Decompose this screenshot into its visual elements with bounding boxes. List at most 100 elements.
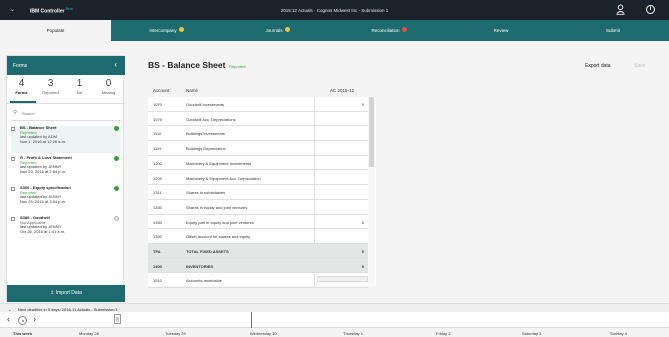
cell-account: 1119 xyxy=(153,146,162,152)
search-input[interactable] xyxy=(22,110,118,117)
warning-badge xyxy=(284,27,290,33)
table-row[interactable]: 1119 Buildings Depreciation xyxy=(148,141,368,156)
workflow-tabs: Populate Intercompany Journals Reconcili… xyxy=(0,20,669,41)
cell-value[interactable] xyxy=(314,155,368,171)
cell-value[interactable] xyxy=(314,185,368,200)
tab-label: Submit xyxy=(605,28,620,33)
table-row[interactable]: 1350 Equity part in equity and joint vent… xyxy=(148,214,368,230)
day-label: Thursday 1 xyxy=(343,330,364,336)
form-checkbox[interactable] xyxy=(11,157,15,161)
forms-panel: Forms ‹ 4 Forms 3 Reported 1 NA 0 Missin… xyxy=(6,55,125,302)
tab-populate[interactable]: Populate xyxy=(0,20,111,41)
timeline-controls: ‹ › ⎘ xyxy=(0,312,669,328)
column-header-value: AC 2015-12 xyxy=(330,88,355,93)
collapse-chevron-icon[interactable]: ‹ xyxy=(114,60,117,69)
table-row[interactable]: 1209 Machinery & Equipment Acc. Depreciat… xyxy=(148,170,368,186)
table-row[interactable]: 1079 Goodwill Acc. Depreciations xyxy=(148,111,368,127)
form-updated-at: Nov 29, 2016 at 2:54 p.m. xyxy=(20,168,67,174)
today-target-icon[interactable] xyxy=(18,316,27,325)
tab-label: Intercompany xyxy=(149,28,177,33)
tab-submit[interactable]: Submit xyxy=(557,20,669,41)
stat-reported[interactable]: 3 Reported xyxy=(36,78,65,95)
tab-label: Populate xyxy=(46,28,65,33)
cell-value[interactable] xyxy=(314,126,368,142)
cell-value: 0 xyxy=(361,263,364,269)
cell-value[interactable] xyxy=(314,229,368,244)
app-root: ⌄ IBM ControllerBeta 2015:12 Actuals · C… xyxy=(0,0,669,337)
form-checkbox[interactable] xyxy=(11,187,15,191)
day-label: Monday 28 xyxy=(79,330,99,336)
grid-header: Account Name AC 2015-12 xyxy=(148,86,376,97)
stat-na[interactable]: 1 NA xyxy=(65,78,94,95)
cell-account: 1209 xyxy=(153,175,162,181)
timeline-days: This week Monday 28 Tuesday 29 Wednesday… xyxy=(0,328,669,337)
list-item[interactable]: R - Profit & Loss Statement Reported las… xyxy=(11,155,121,183)
table-row[interactable]: 1330 Shares in equity and joint ventures xyxy=(148,199,368,215)
status-dot-reported xyxy=(114,186,119,191)
stat-label: Missing xyxy=(101,90,116,95)
cell-name: Shares in equity and joint ventures xyxy=(186,204,248,210)
list-item[interactable]: S300 - Equity specification Reported las… xyxy=(11,185,121,213)
top-bar: ⌄ IBM ControllerBeta 2015:12 Actuals · C… xyxy=(0,0,669,20)
context-title: 2015:12 Actuals · Cognos Midwest Inc - S… xyxy=(280,7,389,13)
cell-value[interactable] xyxy=(314,141,368,156)
forms-panel-header: Forms ‹ xyxy=(7,56,125,75)
cell-value[interactable] xyxy=(314,170,368,186)
stat-forms[interactable]: 4 Forms xyxy=(7,78,36,95)
day-label: Friday 2 xyxy=(436,330,451,336)
cell-name: Goodwill Acc. Depreciations xyxy=(186,116,236,122)
table-row[interactable]: 1070 Goodwill Investments 0 xyxy=(148,97,368,112)
divider xyxy=(11,120,121,121)
tab-intercompany[interactable]: Intercompany xyxy=(111,20,222,41)
user-icon[interactable] xyxy=(616,4,625,15)
stat-count: 1 xyxy=(76,78,83,89)
deadline-bar[interactable]: ⌄ Next deadline in 5 days: 2016-11 Actua… xyxy=(0,303,669,312)
form-checkbox[interactable] xyxy=(11,217,15,221)
cell-account: 1110 xyxy=(153,131,162,137)
cell-account: 1311 xyxy=(153,190,162,196)
horizontal-scrollbar[interactable] xyxy=(317,276,368,282)
page-title: BS - Balance Sheet xyxy=(148,60,226,70)
list-item[interactable]: BS - Balance Sheet Reported last updated… xyxy=(11,125,121,153)
stat-missing[interactable]: 0 Missing xyxy=(94,78,123,95)
next-arrow-icon[interactable]: › xyxy=(33,314,36,324)
export-data-button[interactable]: Export data xyxy=(585,63,611,69)
form-stats: 4 Forms 3 Reported 1 NA 0 Missing xyxy=(7,78,125,98)
table-row[interactable]: 1311 Shares in subsidiaries xyxy=(148,185,368,200)
vertical-scrollbar-thumb[interactable] xyxy=(369,97,374,167)
stat-count: 4 xyxy=(18,78,25,89)
tab-reconciliation[interactable]: Reconciliation xyxy=(333,20,445,41)
stat-label: NA xyxy=(76,90,83,95)
cell-value: 0 xyxy=(361,249,364,254)
cell-value[interactable]: 0 xyxy=(314,97,368,112)
current-time-indicator xyxy=(251,312,253,329)
save-button[interactable]: Save xyxy=(634,63,645,69)
cell-value[interactable] xyxy=(314,199,368,215)
tab-journals[interactable]: Journals xyxy=(222,20,333,41)
info-icon[interactable]: i xyxy=(646,5,655,14)
tab-review[interactable]: Review xyxy=(445,20,557,41)
chevron-down-icon[interactable]: ⌄ xyxy=(8,307,11,312)
previous-arrow-icon[interactable]: ‹ xyxy=(7,314,10,324)
table-row[interactable]: 1200 Machinery & Equipment Investments xyxy=(148,155,368,171)
balance-sheet-grid: Account Name AC 2015-12 1070 Goodwill Inv… xyxy=(148,86,376,289)
form-checkbox[interactable] xyxy=(11,127,15,131)
table-row[interactable]: 1390 Offset account for shares and equity xyxy=(148,229,368,244)
cell-account: 1510 xyxy=(153,278,162,284)
column-header-name: Name xyxy=(186,88,199,93)
cell-name: Accounts receivable xyxy=(186,278,222,284)
table-total-row[interactable]: TFA TOTAL FIXED ASSETS 0 xyxy=(148,244,368,259)
forms-panel-title: Forms xyxy=(13,63,28,69)
table-row[interactable]: 1110 Buildings Investments xyxy=(148,126,368,142)
cell-value[interactable] xyxy=(314,111,368,127)
import-data-button[interactable]: ⇪ Import Data xyxy=(7,285,125,302)
form-updated-at: Oct 26, 2016 at 1:41 a.m. xyxy=(20,228,66,234)
cell-name: TOTAL FIXED ASSETS xyxy=(186,249,229,254)
table-total-row[interactable]: 1400 INVENTORIES 0 xyxy=(148,258,368,274)
cell-value[interactable]: 0 xyxy=(314,214,368,230)
cell-name: Shares in subsidiaries xyxy=(186,190,226,196)
cell-account: 1390 xyxy=(153,234,162,240)
document-icon[interactable]: ⎘ xyxy=(114,314,121,324)
list-item[interactable]: S380 - Goodwill Not Applicable last upda… xyxy=(11,215,121,243)
stat-count: 3 xyxy=(47,78,54,89)
